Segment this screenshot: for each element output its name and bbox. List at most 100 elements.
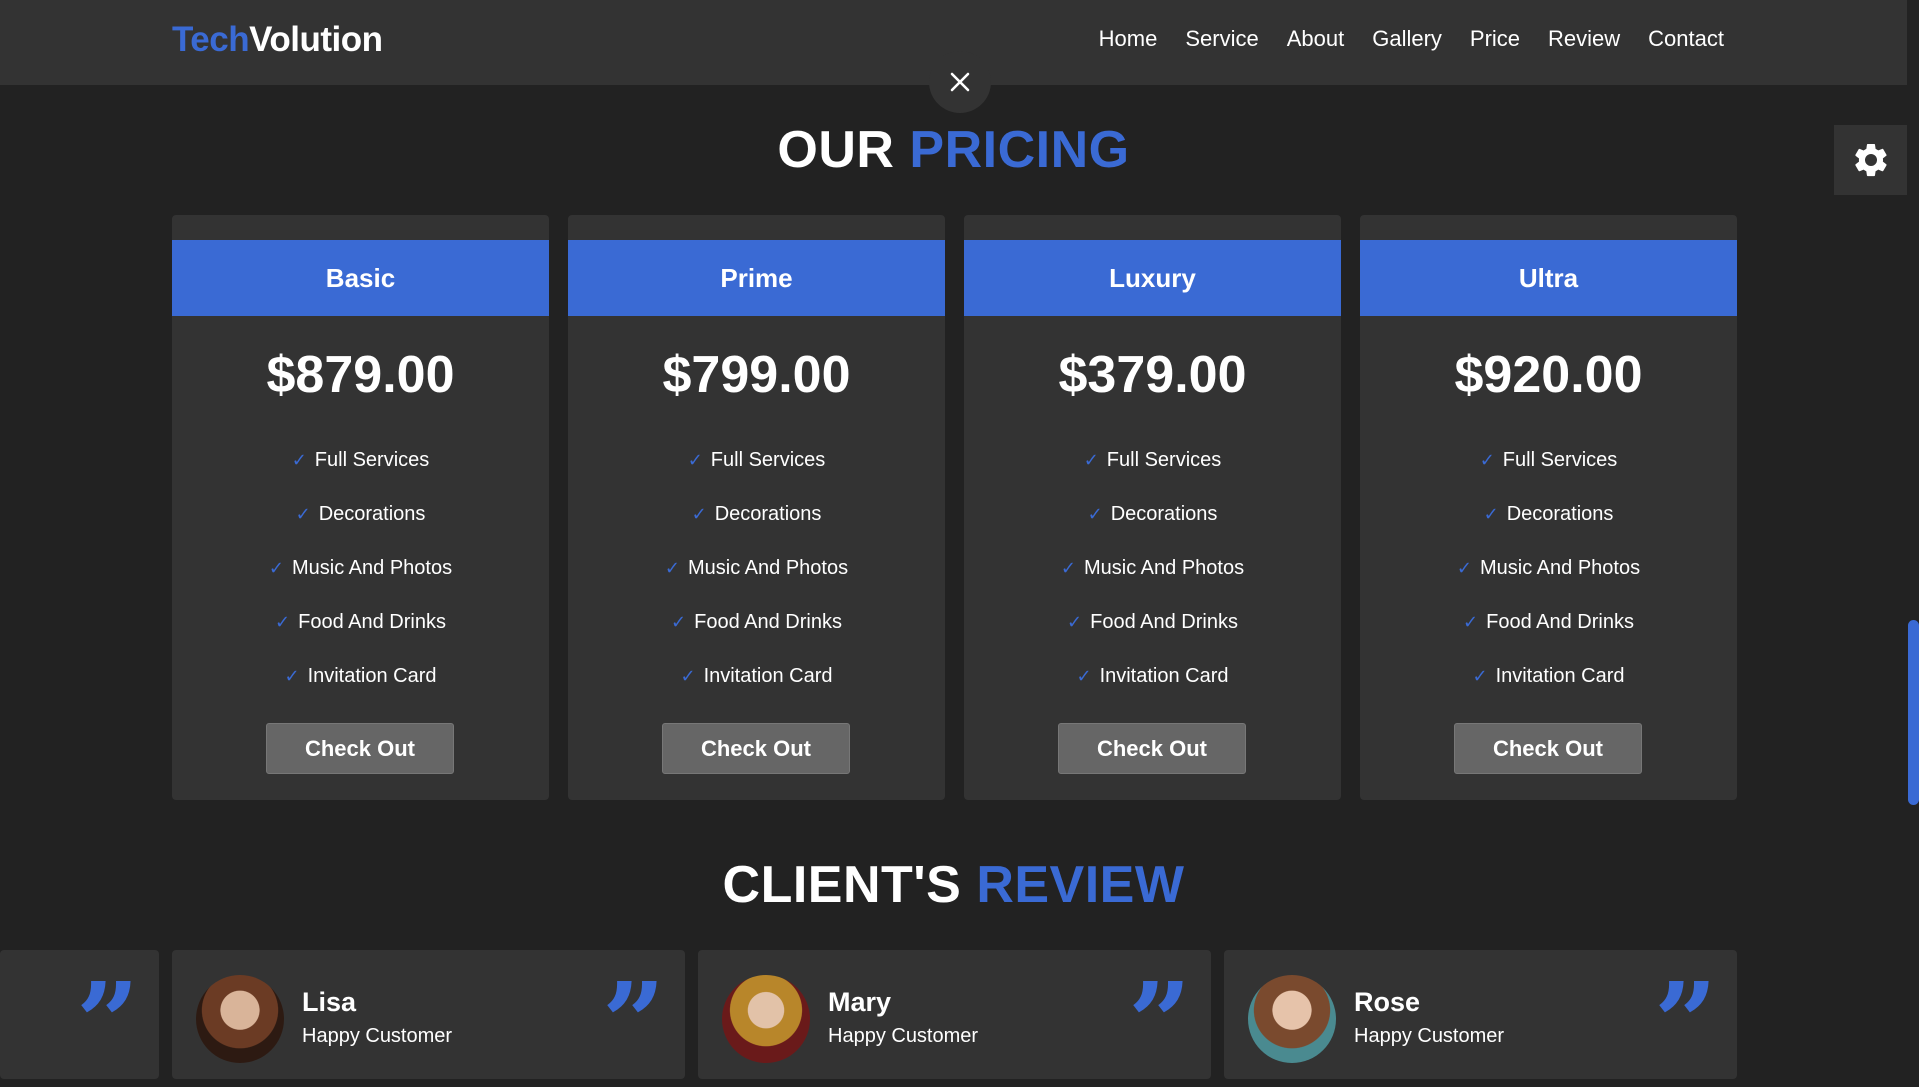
feature-label: Full Services xyxy=(1502,448,1618,471)
pricing-card-prime: Prime $799.00 ✓ Full Services ✓ Decoration… xyxy=(568,215,945,800)
nav-price[interactable]: Price xyxy=(1470,26,1520,52)
pricing-cards: Basic $879.00 ✓ Full Services ✓ Decoration… xyxy=(172,215,1737,800)
feature-label: Decorations xyxy=(1110,502,1218,525)
checkout-button[interactable]: Check Out xyxy=(662,723,850,774)
feature-list: ✓ Full Services ✓ Decorations ✓ Music And P… xyxy=(172,433,549,703)
close-icon xyxy=(950,72,970,92)
reviewer-role: Happy Customer xyxy=(828,1025,979,1047)
feature-label: Full Services xyxy=(1106,448,1222,471)
pricing-heading-part1: OUR xyxy=(777,121,895,179)
pricing-card-ultra: Ultra $920.00 ✓ Full Services ✓ Decoration… xyxy=(1360,215,1737,800)
feature-item: ✓ Food And Drinks xyxy=(1360,595,1737,649)
feature-item: ✓ Music And Photos xyxy=(964,541,1341,595)
nav-gallery[interactable]: Gallery xyxy=(1372,26,1442,52)
review-heading-part1: CLIENT'S xyxy=(722,856,962,914)
check-icon: ✓ xyxy=(295,503,311,524)
feature-list: ✓ Full Services ✓ Decorations ✓ Music And P… xyxy=(1360,433,1737,703)
review-card: Mary Happy Customer ” xyxy=(698,950,1211,1079)
pricing-card-basic: Basic $879.00 ✓ Full Services ✓ Decoration… xyxy=(172,215,549,800)
check-icon: ✓ xyxy=(268,557,284,578)
quote-icon: ” xyxy=(1654,958,1718,1087)
feature-item: ✓ Full Services xyxy=(172,433,549,487)
check-icon: ✓ xyxy=(664,557,680,578)
quote-icon: ” xyxy=(1128,958,1192,1087)
nav-contact[interactable]: Contact xyxy=(1648,26,1724,52)
feature-list: ✓ Full Services ✓ Decorations ✓ Music And P… xyxy=(964,433,1341,703)
check-icon: ✓ xyxy=(1479,449,1495,470)
plan-price: $379.00 xyxy=(1058,346,1247,404)
check-icon: ✓ xyxy=(1076,665,1092,686)
nav-service[interactable]: Service xyxy=(1185,26,1258,52)
plan-name: Ultra xyxy=(1360,240,1737,316)
pricing-heading-part2: PRICING xyxy=(909,121,1130,179)
feature-item: ✓ Invitation Card xyxy=(172,649,549,703)
check-icon: ✓ xyxy=(1083,449,1099,470)
review-card-partial: ” xyxy=(0,950,159,1079)
feature-label: Decorations xyxy=(318,502,426,525)
check-icon: ✓ xyxy=(1483,503,1499,524)
feature-label: Music And Photos xyxy=(688,556,849,579)
review-heading: CLIENT'S REVIEW xyxy=(0,855,1907,915)
quote-icon: ” xyxy=(602,958,666,1087)
reviewer-name: Mary xyxy=(828,987,892,1017)
feature-label: Food And Drinks xyxy=(694,610,842,633)
brand-logo-part1: Tech xyxy=(172,20,250,59)
page-scrollbar[interactable] xyxy=(1908,620,1919,805)
plan-price: $920.00 xyxy=(1454,346,1643,404)
check-icon: ✓ xyxy=(671,611,687,632)
feature-item: ✓ Invitation Card xyxy=(964,649,1341,703)
check-icon: ✓ xyxy=(284,665,300,686)
reviewer-name: Lisa xyxy=(302,987,357,1017)
feature-label: Invitation Card xyxy=(307,664,437,687)
nav-review[interactable]: Review xyxy=(1548,26,1620,52)
feature-item: ✓ Full Services xyxy=(568,433,945,487)
check-icon: ✓ xyxy=(1456,557,1472,578)
feature-item: ✓ Music And Photos xyxy=(172,541,549,595)
check-icon: ✓ xyxy=(687,449,703,470)
feature-item: ✓ Invitation Card xyxy=(568,649,945,703)
feature-item: ✓ Food And Drinks xyxy=(172,595,549,649)
feature-item: ✓ Decorations xyxy=(172,487,549,541)
checkout-button[interactable]: Check Out xyxy=(266,723,454,774)
reviewer-role: Happy Customer xyxy=(302,1025,453,1047)
pricing-heading: OUR PRICING xyxy=(0,120,1907,180)
plan-name: Basic xyxy=(172,240,549,316)
plan-price: $799.00 xyxy=(662,346,851,404)
review-card: Rose Happy Customer ” xyxy=(1224,950,1737,1079)
feature-item: ✓ Full Services xyxy=(964,433,1341,487)
check-icon: ✓ xyxy=(1472,665,1488,686)
feature-label: Decorations xyxy=(714,502,822,525)
feature-label: Full Services xyxy=(710,448,826,471)
nav-about[interactable]: About xyxy=(1287,26,1345,52)
nav-home[interactable]: Home xyxy=(1099,26,1158,52)
feature-label: Invitation Card xyxy=(1495,664,1625,687)
checkout-button[interactable]: Check Out xyxy=(1454,723,1642,774)
reviewer-name: Rose xyxy=(1354,987,1421,1017)
feature-item: ✓ Music And Photos xyxy=(568,541,945,595)
close-menu-button[interactable] xyxy=(929,51,991,113)
feature-list: ✓ Full Services ✓ Decorations ✓ Music And P… xyxy=(568,433,945,703)
feature-item: ✓ Food And Drinks xyxy=(964,595,1341,649)
brand-logo-part2: Volution xyxy=(249,20,383,59)
feature-item: ✓ Decorations xyxy=(1360,487,1737,541)
feature-label: Food And Drinks xyxy=(1090,610,1238,633)
check-icon: ✓ xyxy=(275,611,291,632)
feature-item: ✓ Decorations xyxy=(568,487,945,541)
main-nav: Home Service About Gallery Price Review … xyxy=(1099,26,1724,52)
check-icon: ✓ xyxy=(691,503,707,524)
plan-name: Prime xyxy=(568,240,945,316)
feature-label: Decorations xyxy=(1506,502,1614,525)
reviewer-role: Happy Customer xyxy=(1354,1025,1505,1047)
feature-label: Full Services xyxy=(314,448,430,471)
quote-icon: ” xyxy=(76,958,140,1087)
avatar xyxy=(196,975,284,1063)
review-carousel: ” Lisa Happy Customer ” Mary Happy Custo… xyxy=(0,950,1740,1079)
review-heading-part2: REVIEW xyxy=(976,856,1185,914)
check-icon: ✓ xyxy=(291,449,307,470)
brand-logo[interactable]: TechVolution xyxy=(172,20,383,60)
feature-label: Music And Photos xyxy=(1084,556,1245,579)
checkout-button[interactable]: Check Out xyxy=(1058,723,1246,774)
check-icon: ✓ xyxy=(1067,611,1083,632)
avatar xyxy=(722,975,810,1063)
feature-label: Invitation Card xyxy=(1099,664,1229,687)
